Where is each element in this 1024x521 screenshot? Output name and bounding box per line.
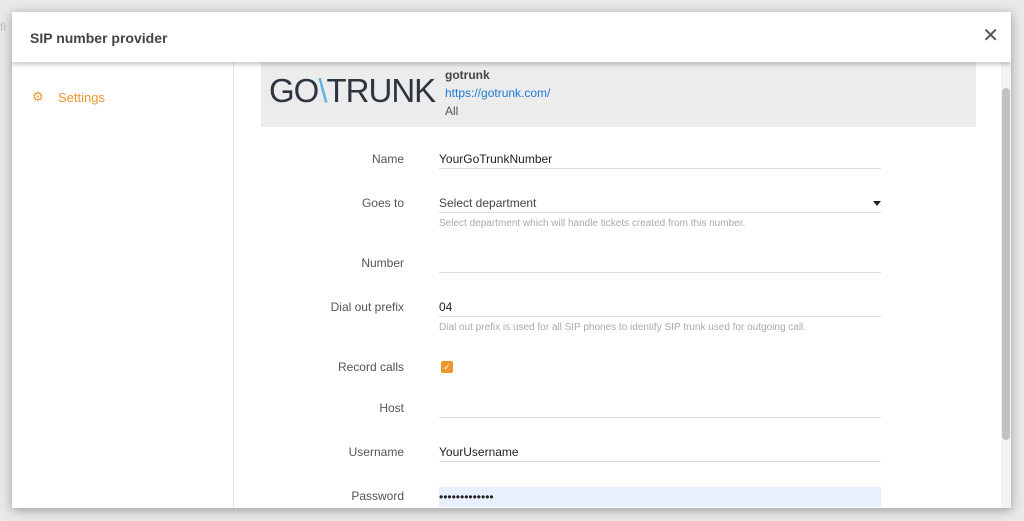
name-label: Name xyxy=(371,152,404,166)
goes-to-help: Select department which will handle tick… xyxy=(439,218,746,229)
dropdown-arrow-icon xyxy=(873,201,881,206)
number-label: Number xyxy=(361,256,404,270)
department-select-value: Select department xyxy=(439,196,537,210)
username-label: Username xyxy=(348,445,404,459)
provider-card: GO\TRUNK gotrunk https://gotrunk.com/ Al… xyxy=(261,62,976,127)
close-icon[interactable]: ✕ xyxy=(982,26,999,46)
dial-prefix-input[interactable]: 04 xyxy=(439,297,881,317)
gear-icon: ⚙ xyxy=(32,89,44,104)
sidebar: ⚙ Settings xyxy=(12,62,234,508)
sidebar-item-settings[interactable]: ⚙ Settings xyxy=(32,89,105,105)
username-input[interactable]: YourUsername xyxy=(439,442,881,462)
sip-provider-dialog: SIP number provider ✕ ⚙ Settings GO\TRUN… xyxy=(12,12,1011,508)
provider-scope: All xyxy=(445,104,459,118)
dialog-title: SIP number provider xyxy=(30,30,168,46)
sidebar-item-label: Settings xyxy=(58,89,105,105)
host-input[interactable] xyxy=(439,398,881,418)
password-input[interactable]: ••••••••••••• xyxy=(439,487,881,507)
scrollbar-thumb[interactable] xyxy=(1002,88,1010,440)
record-calls-label: Record calls xyxy=(337,360,404,374)
provider-name: gotrunk xyxy=(445,68,490,82)
dial-prefix-help: Dial out prefix is used for all SIP phon… xyxy=(439,322,807,333)
number-input[interactable] xyxy=(439,253,881,273)
dial-prefix-label: Dial out prefix xyxy=(330,300,404,314)
provider-logo: GO\TRUNK xyxy=(269,72,436,109)
name-input[interactable]: YourGoTrunkNumber xyxy=(439,149,881,169)
goes-to-label: Goes to xyxy=(361,196,404,210)
dialog-header: SIP number provider ✕ xyxy=(12,12,1011,62)
background-text: fi xyxy=(0,20,6,34)
host-label: Host xyxy=(379,401,404,415)
scrollbar[interactable] xyxy=(1001,62,1011,508)
record-calls-checkbox[interactable]: ✓ xyxy=(441,361,453,373)
department-select[interactable]: Select department xyxy=(439,193,881,213)
password-label: Password xyxy=(351,489,404,503)
provider-url-link[interactable]: https://gotrunk.com/ xyxy=(445,86,550,100)
